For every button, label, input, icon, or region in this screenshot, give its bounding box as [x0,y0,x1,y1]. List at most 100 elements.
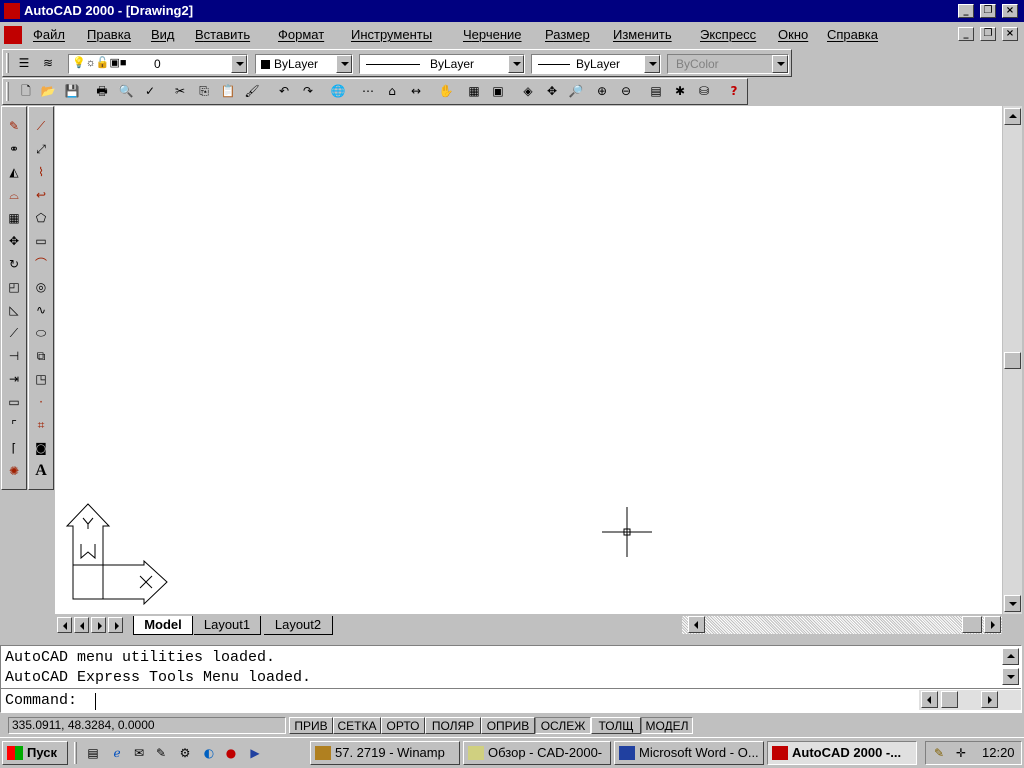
menu-edit[interactable]: Правка [87,27,131,42]
osnap-toggle[interactable]: ОПРИВ [481,717,535,734]
scroll-down-icon[interactable] [1004,595,1021,612]
task-winamp[interactable]: 57. 2719 - Winamp [310,741,460,765]
match-properties-icon[interactable]: 🖌 [243,82,261,100]
last-tab-icon[interactable] [108,617,123,633]
chevron-down-icon[interactable] [644,55,660,73]
cmd-scroll-down-icon[interactable] [1002,668,1019,685]
close-icon[interactable]: × [1002,4,1018,18]
lwt-toggle[interactable]: ТОЛЩ [591,717,641,734]
ucs-icon[interactable]: ⌂ [383,82,401,100]
quicklaunch-app3-icon[interactable]: ● [222,744,240,762]
show-desktop-icon[interactable]: ▤ [84,744,102,762]
start-button[interactable]: Пуск [2,741,68,765]
ellipse-icon[interactable]: ⬭ [32,324,50,342]
first-tab-icon[interactable] [57,617,72,633]
scroll-thumb[interactable] [1004,352,1021,369]
prev-tab-icon[interactable] [74,617,89,633]
design-center-icon[interactable]: ✱ [671,82,689,100]
toolbar-grip[interactable] [6,53,9,73]
tab-layout2[interactable]: Layout2 [264,616,333,635]
menu-draw[interactable]: Черчение [463,27,522,42]
menu-file[interactable]: Файл [33,27,65,42]
aerial-view-icon[interactable]: ▦ [465,82,483,100]
mirror-icon[interactable]: ◭ [5,163,23,181]
hyperlink-icon[interactable]: 🌐 [329,82,347,100]
scale-icon[interactable]: ◰ [5,278,23,296]
drawing-canvas[interactable]: X Y W [55,106,1002,614]
scroll-up-icon[interactable] [1004,108,1021,125]
properties-icon[interactable]: ▤ [647,82,665,100]
menu-tools[interactable]: Инструменты [351,27,432,42]
zoom-window-icon[interactable]: ⊕ [593,82,611,100]
chamfer-icon[interactable]: ⌜ [5,416,23,434]
task-autocad[interactable]: AutoCAD 2000 -... [767,741,917,765]
quicklaunch-app-icon[interactable]: ⚙ [176,744,194,762]
zoom-previous-icon[interactable]: ⊖ [617,82,635,100]
cmd-scroll-right-icon[interactable] [981,691,998,708]
command-window[interactable]: AutoCAD menu utilities loaded. AutoCAD E… [0,645,1022,713]
notepad-icon[interactable]: ✎ [152,744,170,762]
paste-icon[interactable]: 📋 [219,82,237,100]
lineweight-combo[interactable]: ByLayer [531,54,661,74]
zoom-realtime-icon[interactable]: 🔎 [567,82,585,100]
coordinates-display[interactable]: 335.0911, 48.3284, 0.0000 [8,717,286,734]
insert-block-icon[interactable]: ⧉ [32,347,50,365]
vertical-scrollbar[interactable] [1003,106,1022,614]
spell-icon[interactable]: ✓ [141,82,159,100]
restore-icon[interactable]: ❐ [980,4,996,18]
move-icon[interactable]: ✥ [5,232,23,250]
explode-icon[interactable]: ✺ [5,462,23,480]
trim-icon[interactable]: ⊣ [5,347,23,365]
doc-close-icon[interactable]: × [1002,27,1018,41]
layer-manager-icon[interactable]: ☰ [15,54,33,72]
erase-icon[interactable]: ✎ [5,117,23,135]
break-icon[interactable]: ▭ [5,393,23,411]
copy-icon[interactable]: ⎘ [195,82,213,100]
cmd-hscrollbar[interactable] [919,690,1021,710]
preview-icon[interactable]: 🔍 [117,82,135,100]
tray-icon[interactable]: ✎ [930,744,948,762]
copy-object-icon[interactable]: ⚭ [5,140,23,158]
chevron-down-icon[interactable] [508,55,524,73]
array-icon[interactable]: ▦ [5,209,23,227]
named-views-icon[interactable]: ▣ [489,82,507,100]
tab-layout1[interactable]: Layout1 [194,616,261,635]
document-icon[interactable] [4,26,22,44]
title-bar[interactable]: AutoCAD 2000 - [Drawing2] _ ❐ × [0,0,1024,22]
polyline-icon[interactable]: ⌇ [32,163,50,181]
minimize-icon[interactable]: _ [958,4,974,18]
open-icon[interactable]: 📂 [39,82,57,100]
next-tab-icon[interactable] [91,617,106,633]
spline-icon[interactable]: ∿ [32,301,50,319]
object-snap-icon[interactable]: ⋯ [359,82,377,100]
mtext-icon[interactable]: A [32,462,50,480]
dbconnect-icon[interactable]: ⛁ [695,82,713,100]
point-icon[interactable]: · [32,393,50,411]
menu-express[interactable]: Экспресс [700,27,756,42]
scroll-left-icon[interactable] [688,616,705,633]
internet-explorer-icon[interactable]: ℯ [108,744,126,762]
menu-view[interactable]: Вид [151,27,175,42]
polygon-icon[interactable]: ↩ [32,186,50,204]
hscroll-thumb[interactable] [962,616,982,633]
menu-modify[interactable]: Изменить [613,27,672,42]
3d-orbit-icon[interactable]: ◈ [519,82,537,100]
color-combo[interactable]: ByLayer [255,54,353,74]
arc-icon[interactable]: ⌒ [32,255,50,273]
menu-dimension[interactable]: Размер [545,27,590,42]
pan-icon[interactable]: ✥ [543,82,561,100]
rotate-icon[interactable]: ↻ [5,255,23,273]
cut-icon[interactable]: ✂ [171,82,189,100]
task-word[interactable]: Microsoft Word - O... [614,741,764,765]
make-block-icon[interactable]: ◳ [32,370,50,388]
horizontal-scrollbar[interactable] [682,616,1002,634]
extend-icon[interactable]: ⇥ [5,370,23,388]
menu-help[interactable]: Справка [827,27,878,42]
lengthen-icon[interactable]: ⟋ [5,324,23,342]
toolbar-grip[interactable] [6,82,9,101]
undo-icon[interactable]: ↶ [275,82,293,100]
outlook-express-icon[interactable]: ✉ [130,744,148,762]
quicklaunch-app2-icon[interactable]: ◐ [200,744,218,762]
print-icon[interactable]: 🖶 [93,82,111,100]
doc-minimize-icon[interactable]: _ [958,27,974,41]
